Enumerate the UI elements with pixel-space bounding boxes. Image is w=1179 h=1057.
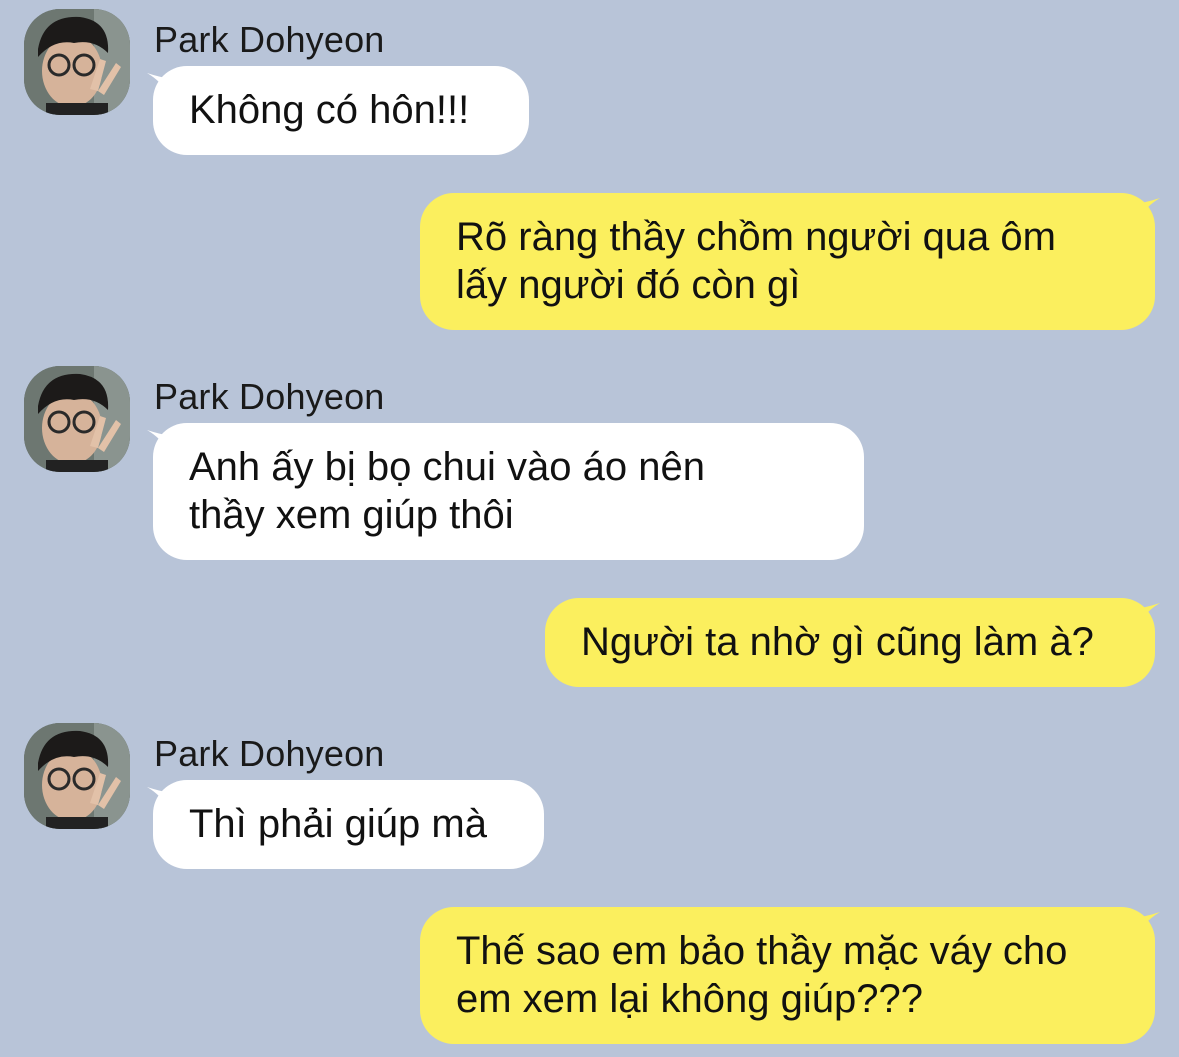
message-text: Người ta nhờ gì cũng làm à? xyxy=(581,620,1094,664)
message-bubble[interactable]: Anh ấy bị bọ chui vào áo nên thầy xem gi… xyxy=(153,423,864,560)
message-text: Không có hôn!!! xyxy=(189,88,470,132)
message-text: Anh ấy bị bọ chui vào áo nên xyxy=(189,445,705,489)
message-bubble[interactable]: Thì phải giúp mà xyxy=(153,780,544,869)
message-bubble[interactable]: Rõ ràng thầy chồm người qua ôm lấy người… xyxy=(420,193,1155,330)
message-text: thầy xem giúp thôi xyxy=(189,493,514,537)
sender-name: Park Dohyeon xyxy=(154,19,385,60)
message-text: Thế sao em bảo thầy mặc váy cho xyxy=(456,929,1068,973)
message-text: em xem lại không giúp??? xyxy=(456,977,923,1021)
user-avatar-photo-icon[interactable] xyxy=(24,366,130,472)
incoming-message: Park Dohyeon Không có hôn!!! xyxy=(0,9,1179,159)
user-avatar-photo-icon[interactable] xyxy=(24,9,130,115)
sender-name: Park Dohyeon xyxy=(154,376,385,417)
incoming-message: Park Dohyeon Thì phải giúp mà xyxy=(0,723,1179,873)
message-text: Rõ ràng thầy chồm người qua ôm xyxy=(456,215,1056,259)
message-text: lấy người đó còn gì xyxy=(456,263,801,307)
message-text: Thì phải giúp mà xyxy=(189,802,487,846)
message-bubble[interactable]: Không có hôn!!! xyxy=(153,66,529,155)
user-avatar-photo-icon[interactable] xyxy=(24,723,130,829)
sender-name: Park Dohyeon xyxy=(154,733,385,774)
chat-view: Park Dohyeon Không có hôn!!! Rõ ràng thầ… xyxy=(0,0,1179,1057)
message-bubble[interactable]: Thế sao em bảo thầy mặc váy cho em xem l… xyxy=(420,907,1155,1044)
incoming-message: Park Dohyeon Anh ấy bị bọ chui vào áo nê… xyxy=(0,366,1179,566)
message-bubble[interactable]: Người ta nhờ gì cũng làm à? xyxy=(545,598,1155,687)
